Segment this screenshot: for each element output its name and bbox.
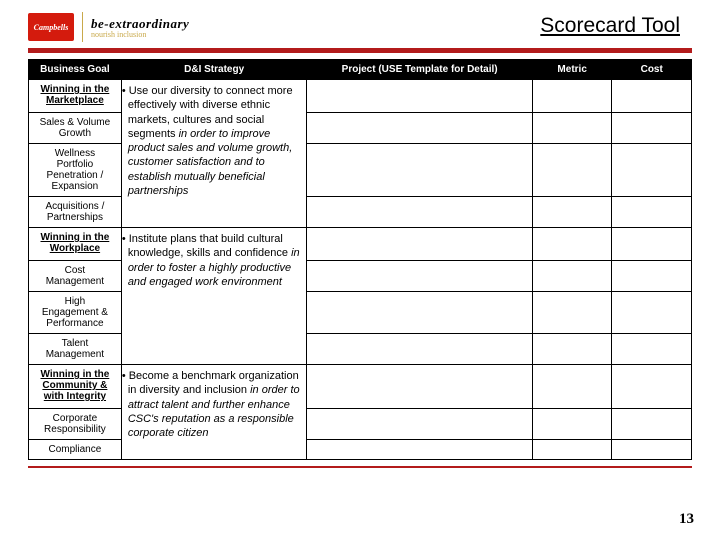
metric-cell <box>532 261 612 292</box>
goal-heading-text: Winning in the Marketplace <box>35 84 115 106</box>
cost-cell <box>612 144 692 197</box>
metric-cell <box>532 113 612 144</box>
page-number: 13 <box>679 511 694 528</box>
project-cell <box>307 365 532 409</box>
goal-heading: Winning in the Community & with Integrit… <box>29 365 122 409</box>
goal-sub: Sales & Volume Growth <box>29 113 122 144</box>
project-cell <box>307 80 532 113</box>
metric-cell <box>532 144 612 197</box>
metric-cell <box>532 292 612 334</box>
col-business-goal: Business Goal <box>29 60 122 80</box>
scorecard-table: Business Goal D&I Strategy Project (USE … <box>28 59 692 460</box>
col-metric: Metric <box>532 60 612 80</box>
strategy-italic: in order to foster a highly productive a… <box>128 247 300 288</box>
goal-sub: Corporate Responsibility <box>29 409 122 440</box>
bottom-rule <box>28 466 692 468</box>
project-cell <box>307 228 532 261</box>
project-cell <box>307 113 532 144</box>
metric-cell <box>532 440 612 460</box>
cost-cell <box>612 409 692 440</box>
cost-cell <box>612 261 692 292</box>
goal-heading: Winning in the Workplace <box>29 228 122 261</box>
logo-divider <box>82 12 83 42</box>
project-cell <box>307 409 532 440</box>
cost-cell <box>612 440 692 460</box>
strategy-cell: • Become a benchmark organization in div… <box>121 365 307 460</box>
metric-cell <box>532 228 612 261</box>
goal-sub: Compliance <box>29 440 122 460</box>
strategy-cell: • Use our diversity to connect more effe… <box>121 80 307 228</box>
metric-cell <box>532 80 612 113</box>
metric-cell <box>532 409 612 440</box>
goal-sub: Talent Management <box>29 334 122 365</box>
goal-heading: Winning in the Marketplace <box>29 80 122 113</box>
cost-cell <box>612 80 692 113</box>
metric-cell <box>532 197 612 228</box>
goal-sub: High Engagement & Performance <box>29 292 122 334</box>
project-cell <box>307 197 532 228</box>
metric-cell <box>532 334 612 365</box>
project-cell <box>307 292 532 334</box>
cost-cell <box>612 334 692 365</box>
top-rule <box>28 48 692 53</box>
goal-sub: Acquisitions / Partnerships <box>29 197 122 228</box>
cost-cell <box>612 228 692 261</box>
project-cell <box>307 144 532 197</box>
tagline: be-extraordinary nourish inclusion <box>91 16 189 39</box>
col-di-strategy: D&I Strategy <box>121 60 307 80</box>
goal-heading-text: Winning in the Workplace <box>35 232 115 254</box>
col-project: Project (USE Template for Detail) <box>307 60 532 80</box>
project-cell <box>307 334 532 365</box>
goal-sub: Cost Management <box>29 261 122 292</box>
cost-cell <box>612 113 692 144</box>
goal-heading-text: Winning in the Community & with Integrit… <box>35 369 115 402</box>
cost-cell <box>612 197 692 228</box>
strategy-italic: in order to improve product sales and vo… <box>128 128 292 197</box>
strategy-cell: • Institute plans that build cultural kn… <box>121 228 307 365</box>
project-cell <box>307 440 532 460</box>
metric-cell <box>532 365 612 409</box>
project-cell <box>307 261 532 292</box>
cost-cell <box>612 365 692 409</box>
strategy-italic: in order to attract talent and further e… <box>128 384 300 439</box>
col-cost: Cost <box>612 60 692 80</box>
goal-sub: Wellness Portfolio Penetration / Expansi… <box>29 144 122 197</box>
cost-cell <box>612 292 692 334</box>
campbells-logo: Campbells <box>28 13 74 41</box>
